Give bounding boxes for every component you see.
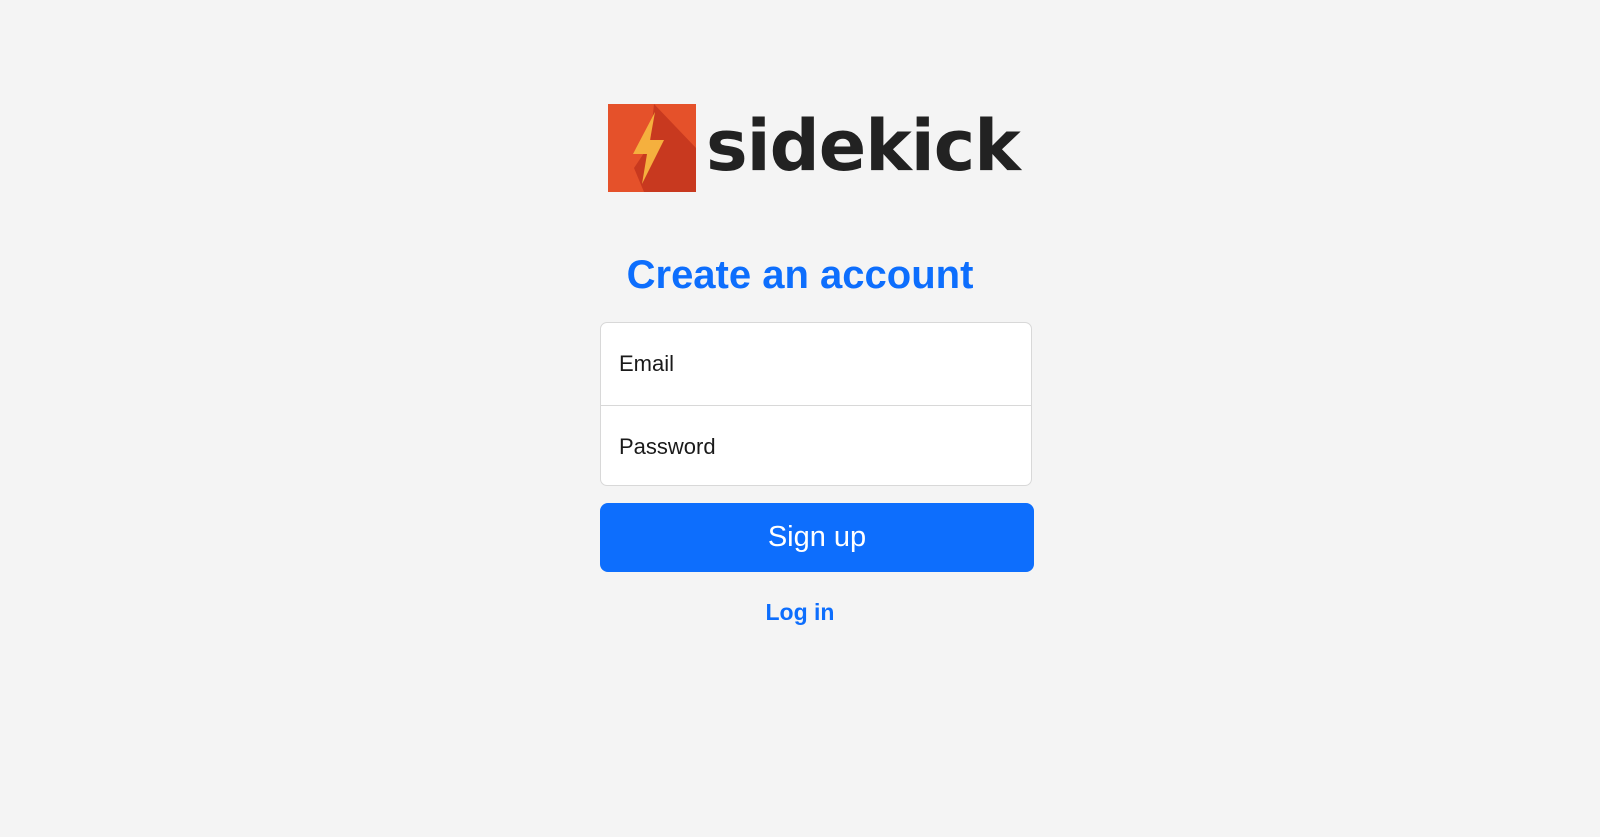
log-in-link[interactable]: Log in — [0, 597, 1600, 627]
credentials-group — [600, 322, 1032, 486]
brand-name: sidekick — [706, 105, 1021, 187]
page-title: Create an account — [626, 253, 974, 297]
brand-logo: sidekick — [608, 104, 1021, 192]
email-field[interactable] — [601, 323, 1031, 405]
sign-up-button[interactable]: Sign up — [600, 503, 1034, 572]
password-field[interactable] — [601, 405, 1031, 485]
lightning-bolt-icon — [608, 104, 696, 192]
